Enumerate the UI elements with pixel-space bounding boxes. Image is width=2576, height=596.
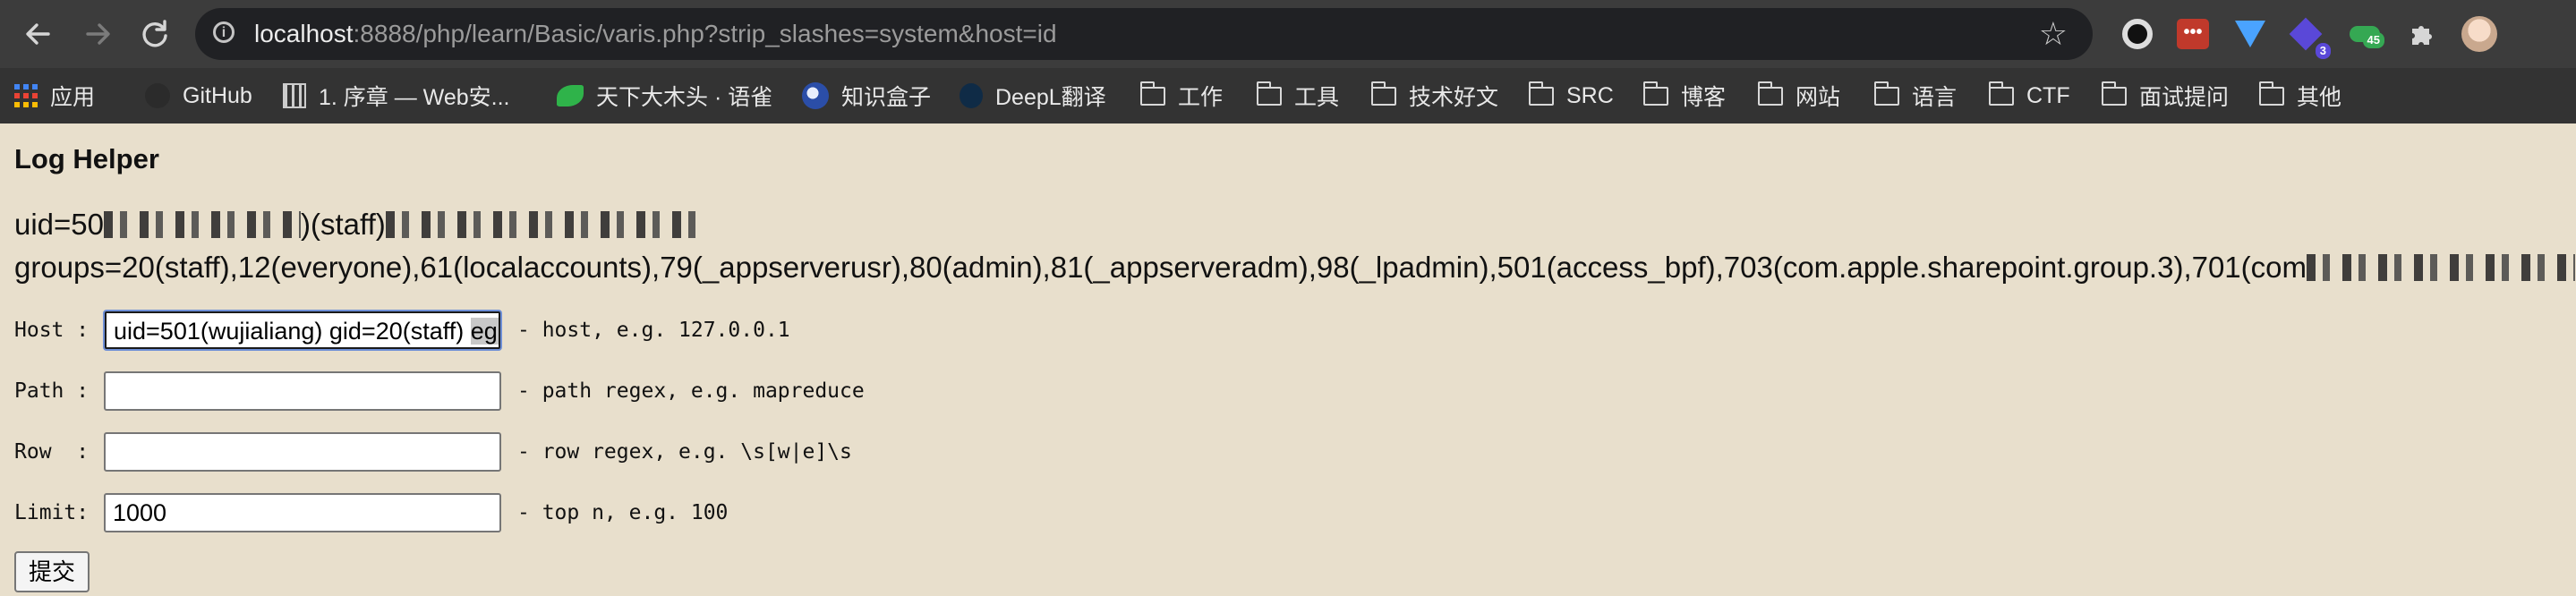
host-row: Host : uid=501(wujialiang) gid=20(staff)…	[14, 310, 790, 351]
page-content: Log Helper uid=50)(staff) groups=20(staf…	[0, 123, 2576, 596]
host-label: Host :	[14, 319, 90, 342]
book-icon	[283, 83, 306, 108]
cube-extension-icon[interactable]: 3	[2288, 16, 2331, 59]
folder-icon	[1873, 81, 1899, 106]
back-button[interactable]	[21, 18, 54, 50]
dots-extension-icon[interactable]: •••	[2175, 16, 2211, 52]
address-bar[interactable]: i localhost:8888/php/learn/Basic/varis.p…	[195, 8, 2093, 60]
bookmark-folder-blog[interactable]: 博客	[1642, 68, 1726, 123]
bookmark-folder-interview[interactable]: 面试提问	[2101, 68, 2229, 123]
folder-icon	[2258, 81, 2284, 106]
limit-hint: - top n, e.g. 100	[517, 501, 729, 524]
row-regex-input[interactable]	[104, 432, 501, 472]
bookmark-folder-tools[interactable]: 工具	[1256, 68, 1339, 123]
row-hint: - row regex, e.g. \s[w|e]\s	[517, 440, 852, 464]
bookmark-deepl[interactable]: DeepL翻译	[960, 68, 1106, 123]
path-hint: - path regex, e.g. mapreduce	[517, 379, 865, 403]
browser-toolbar: i localhost:8888/php/learn/Basic/varis.p…	[0, 0, 2576, 68]
folder-icon	[1256, 81, 1282, 106]
folder-icon	[1370, 81, 1396, 106]
bookmarks-bar: 应用 GitHub 1. 序章 — Web安... 天下大木头 · 语雀 知识盒…	[0, 68, 2576, 123]
folder-icon	[1528, 81, 1554, 106]
reload-icon	[142, 20, 167, 47]
redacted-block	[2307, 254, 2575, 281]
folder-icon	[2101, 81, 2127, 106]
redacted-block	[104, 211, 302, 238]
info-icon[interactable]: i	[213, 21, 235, 43]
forward-button[interactable]	[82, 18, 115, 50]
bookmark-apps[interactable]: 应用	[14, 68, 95, 123]
bookmark-github[interactable]: GitHub	[145, 68, 252, 123]
folder-icon	[1139, 81, 1165, 106]
host-input[interactable]: uid=501(wujialiang) gid=20(staff) egi	[103, 310, 502, 351]
bookmark-star-icon[interactable]: ☆	[2039, 15, 2068, 53]
limit-label: Limit:	[14, 501, 90, 524]
path-label: Path :	[14, 379, 90, 403]
command-output-line-1: uid=50)(staff)	[14, 208, 699, 242]
folder-icon	[1988, 81, 2014, 106]
bookmark-folder-other[interactable]: 其他	[2258, 68, 2341, 123]
limit-row: Limit: 1000 - top n, e.g. 100	[14, 492, 728, 533]
apps-grid-icon	[14, 84, 38, 107]
bookmark-yuque[interactable]: 天下大木头 · 语雀	[557, 68, 772, 123]
submit-button[interactable]: 提交	[14, 551, 90, 592]
folder-icon	[1642, 81, 1668, 106]
path-input[interactable]	[104, 371, 501, 411]
toggle-extension-icon[interactable]: 45	[2347, 16, 2384, 52]
path-row: Path : - path regex, e.g. mapreduce	[14, 370, 865, 412]
bookmark-folder-sites[interactable]: 网站	[1757, 68, 1840, 123]
page-title: Log Helper	[14, 143, 159, 175]
row-label: Row :	[14, 440, 90, 464]
row-row: Row : - row regex, e.g. \s[w|e]\s	[14, 431, 852, 473]
bookmark-folder-lang[interactable]: 语言	[1873, 68, 1957, 123]
bookmark-folder-work[interactable]: 工作	[1139, 68, 1223, 123]
limit-input[interactable]: 1000	[104, 493, 501, 532]
puzzle-icon[interactable]	[2404, 16, 2440, 52]
bookmark-folder-src[interactable]: SRC	[1528, 68, 1614, 123]
arrow-left-icon	[26, 23, 50, 45]
github-icon	[145, 83, 170, 108]
deepl-icon	[960, 83, 983, 108]
url-text[interactable]: localhost:8888/php/learn/Basic/varis.php…	[254, 20, 1057, 48]
yuque-icon	[557, 85, 584, 106]
command-output-line-2: groups=20(staff),12(everyone),61(localac…	[14, 251, 2575, 285]
host-hint: - host, e.g. 127.0.0.1	[517, 319, 790, 342]
globe-icon	[802, 82, 829, 109]
diamond-extension-icon[interactable]	[2232, 16, 2268, 52]
folder-icon	[1757, 81, 1783, 106]
bookmark-folder-ctf[interactable]: CTF	[1988, 68, 2070, 123]
redacted-block	[385, 211, 699, 238]
reload-button[interactable]	[139, 18, 171, 50]
profile-avatar-icon[interactable]	[2461, 16, 2497, 52]
circle-extension-icon[interactable]	[2120, 16, 2155, 52]
bookmark-book[interactable]: 1. 序章 — Web安...	[283, 68, 509, 123]
bookmark-zhishi[interactable]: 知识盒子	[802, 68, 931, 123]
arrow-right-icon	[86, 23, 110, 45]
bookmark-folder-articles[interactable]: 技术好文	[1370, 68, 1498, 123]
